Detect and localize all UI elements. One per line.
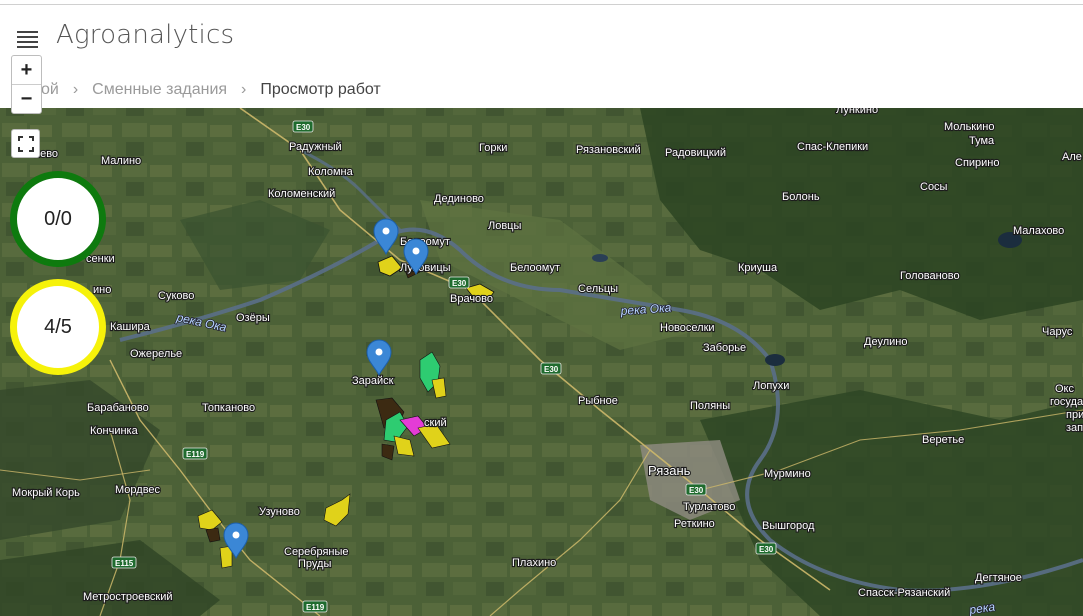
zoom-in-button[interactable]: +: [12, 56, 41, 85]
zoom-control: + −: [11, 55, 42, 114]
road-shield-e119: E119: [302, 600, 328, 613]
map-label: Серебряные: [284, 546, 349, 558]
map-label: Спирино: [955, 157, 1000, 169]
map-label: Реткино: [674, 518, 715, 530]
map-label: сенки: [86, 253, 115, 265]
map-label: Луховицы: [400, 262, 451, 274]
map-label: Рязановский: [576, 144, 641, 156]
svg-text:E115: E115: [115, 559, 134, 568]
map-label: Пруды: [298, 558, 331, 570]
map-label: Тума: [969, 135, 995, 147]
river-label: река: [967, 599, 996, 616]
map-label: Але: [1062, 151, 1082, 163]
road-shield-e115: E115: [111, 556, 137, 569]
zoom-out-button[interactable]: −: [12, 85, 41, 114]
map-label: заповед: [1066, 422, 1083, 434]
map-label: Дегтяное: [975, 572, 1022, 584]
road-shield-e30: E30: [755, 542, 777, 555]
map-label: Ловцы: [488, 220, 521, 232]
map-label: Топканово: [202, 402, 255, 414]
road-shield-e30: E30: [540, 362, 562, 375]
map-label: Дединово: [434, 193, 484, 205]
map-label: Деулино: [864, 336, 907, 348]
map-label: Кашира: [110, 321, 151, 333]
fullscreen-icon: [17, 135, 34, 152]
app-header: Agroanalytics: [0, 5, 1083, 69]
map-label: государст: [1050, 396, 1083, 408]
road-shield-e30: E30: [685, 483, 707, 496]
svg-text:E30: E30: [689, 486, 704, 495]
satellite-map[interactable]: E30 E30 E30 E30 E30 E119 E115 E119 нево …: [0, 108, 1083, 616]
map-label: Малахово: [1013, 225, 1064, 237]
map-label: Спас-Клепики: [797, 141, 868, 153]
map-label: Поляны: [690, 400, 730, 412]
map-label: Мурмино: [764, 468, 811, 480]
map-label: Мокрый Корь: [12, 487, 80, 499]
map-label: Озёры: [236, 312, 270, 324]
map-label: Радужный: [289, 141, 342, 153]
map-label: Окс: [1055, 383, 1074, 395]
app-title: Agroanalytics: [56, 20, 235, 50]
chevron-right-icon: ›: [72, 81, 79, 98]
breadcrumb-current: Просмотр работ: [260, 81, 381, 98]
map-label: Мордвес: [115, 484, 161, 496]
map-canvas: E30 E30 E30 E30 E30 E119 E115 E119 нево …: [0, 108, 1083, 616]
menu-icon[interactable]: [17, 31, 38, 48]
map-label: Болонь: [782, 191, 820, 203]
map-label: Горки: [479, 142, 507, 154]
svg-text:E30: E30: [452, 279, 467, 288]
chevron-right-icon: ›: [241, 81, 247, 98]
map-label: Вышгород: [762, 520, 815, 532]
map-label: Лопухи: [753, 380, 789, 392]
svg-text:E119: E119: [186, 450, 205, 459]
map-label: Кончинка: [90, 425, 139, 437]
map-label: Чарус: [1042, 326, 1073, 338]
map-label: Криуша: [738, 262, 778, 274]
road-shield-e30: E30: [448, 276, 470, 289]
map-label: Новоселки: [660, 322, 715, 334]
svg-text:E30: E30: [296, 123, 311, 132]
map-label: ино: [93, 284, 111, 296]
map-label: Зарайск: [352, 375, 394, 387]
counter-yellow[interactable]: 4/5: [10, 279, 106, 375]
map-label: Заборье: [703, 342, 746, 354]
map-label: Рязань: [648, 463, 691, 478]
map-label: Ожерелье: [130, 348, 182, 360]
map-label: Сосы: [920, 181, 948, 193]
map-label: ский: [424, 417, 447, 429]
map-label: Рыбное: [578, 395, 618, 407]
map-label: Узуново: [259, 506, 300, 518]
map-label: Врачово: [450, 293, 493, 305]
road-shield-e30: E30: [292, 120, 314, 133]
svg-text:E30: E30: [759, 545, 774, 554]
map-label: Турлатово: [683, 501, 735, 513]
svg-text:E119: E119: [306, 603, 325, 612]
breadcrumb-shift-tasks[interactable]: Сменные задания: [92, 81, 227, 99]
road-shield-e119: E119: [182, 447, 208, 460]
map-label: Малино: [101, 155, 141, 167]
map-label: Барабаново: [87, 402, 149, 414]
map-label: природ: [1066, 409, 1083, 421]
map-label: Спасск-Рязанский: [858, 587, 950, 599]
map-label: Коломна: [308, 166, 354, 178]
map-label: Плахино: [512, 557, 556, 569]
map-label: Сельцы: [578, 283, 618, 295]
counter-green[interactable]: 0/0: [10, 171, 106, 267]
map-label: Белоомут: [510, 262, 560, 274]
breadcrumb: мой › Сменные задания › Просмотр работ: [30, 78, 381, 102]
map-label: Молькино: [944, 121, 994, 133]
map-label: Лункино: [836, 108, 878, 116]
map-label: Коломенский: [268, 188, 335, 200]
map-label: Веретье: [922, 434, 964, 446]
fullscreen-button[interactable]: [11, 129, 40, 158]
map-label: Радовицкий: [665, 147, 726, 159]
map-label: Метростроевский: [83, 591, 173, 603]
map-label: Суково: [158, 290, 194, 302]
map-label: Голованово: [900, 270, 960, 282]
svg-text:E30: E30: [544, 365, 559, 374]
